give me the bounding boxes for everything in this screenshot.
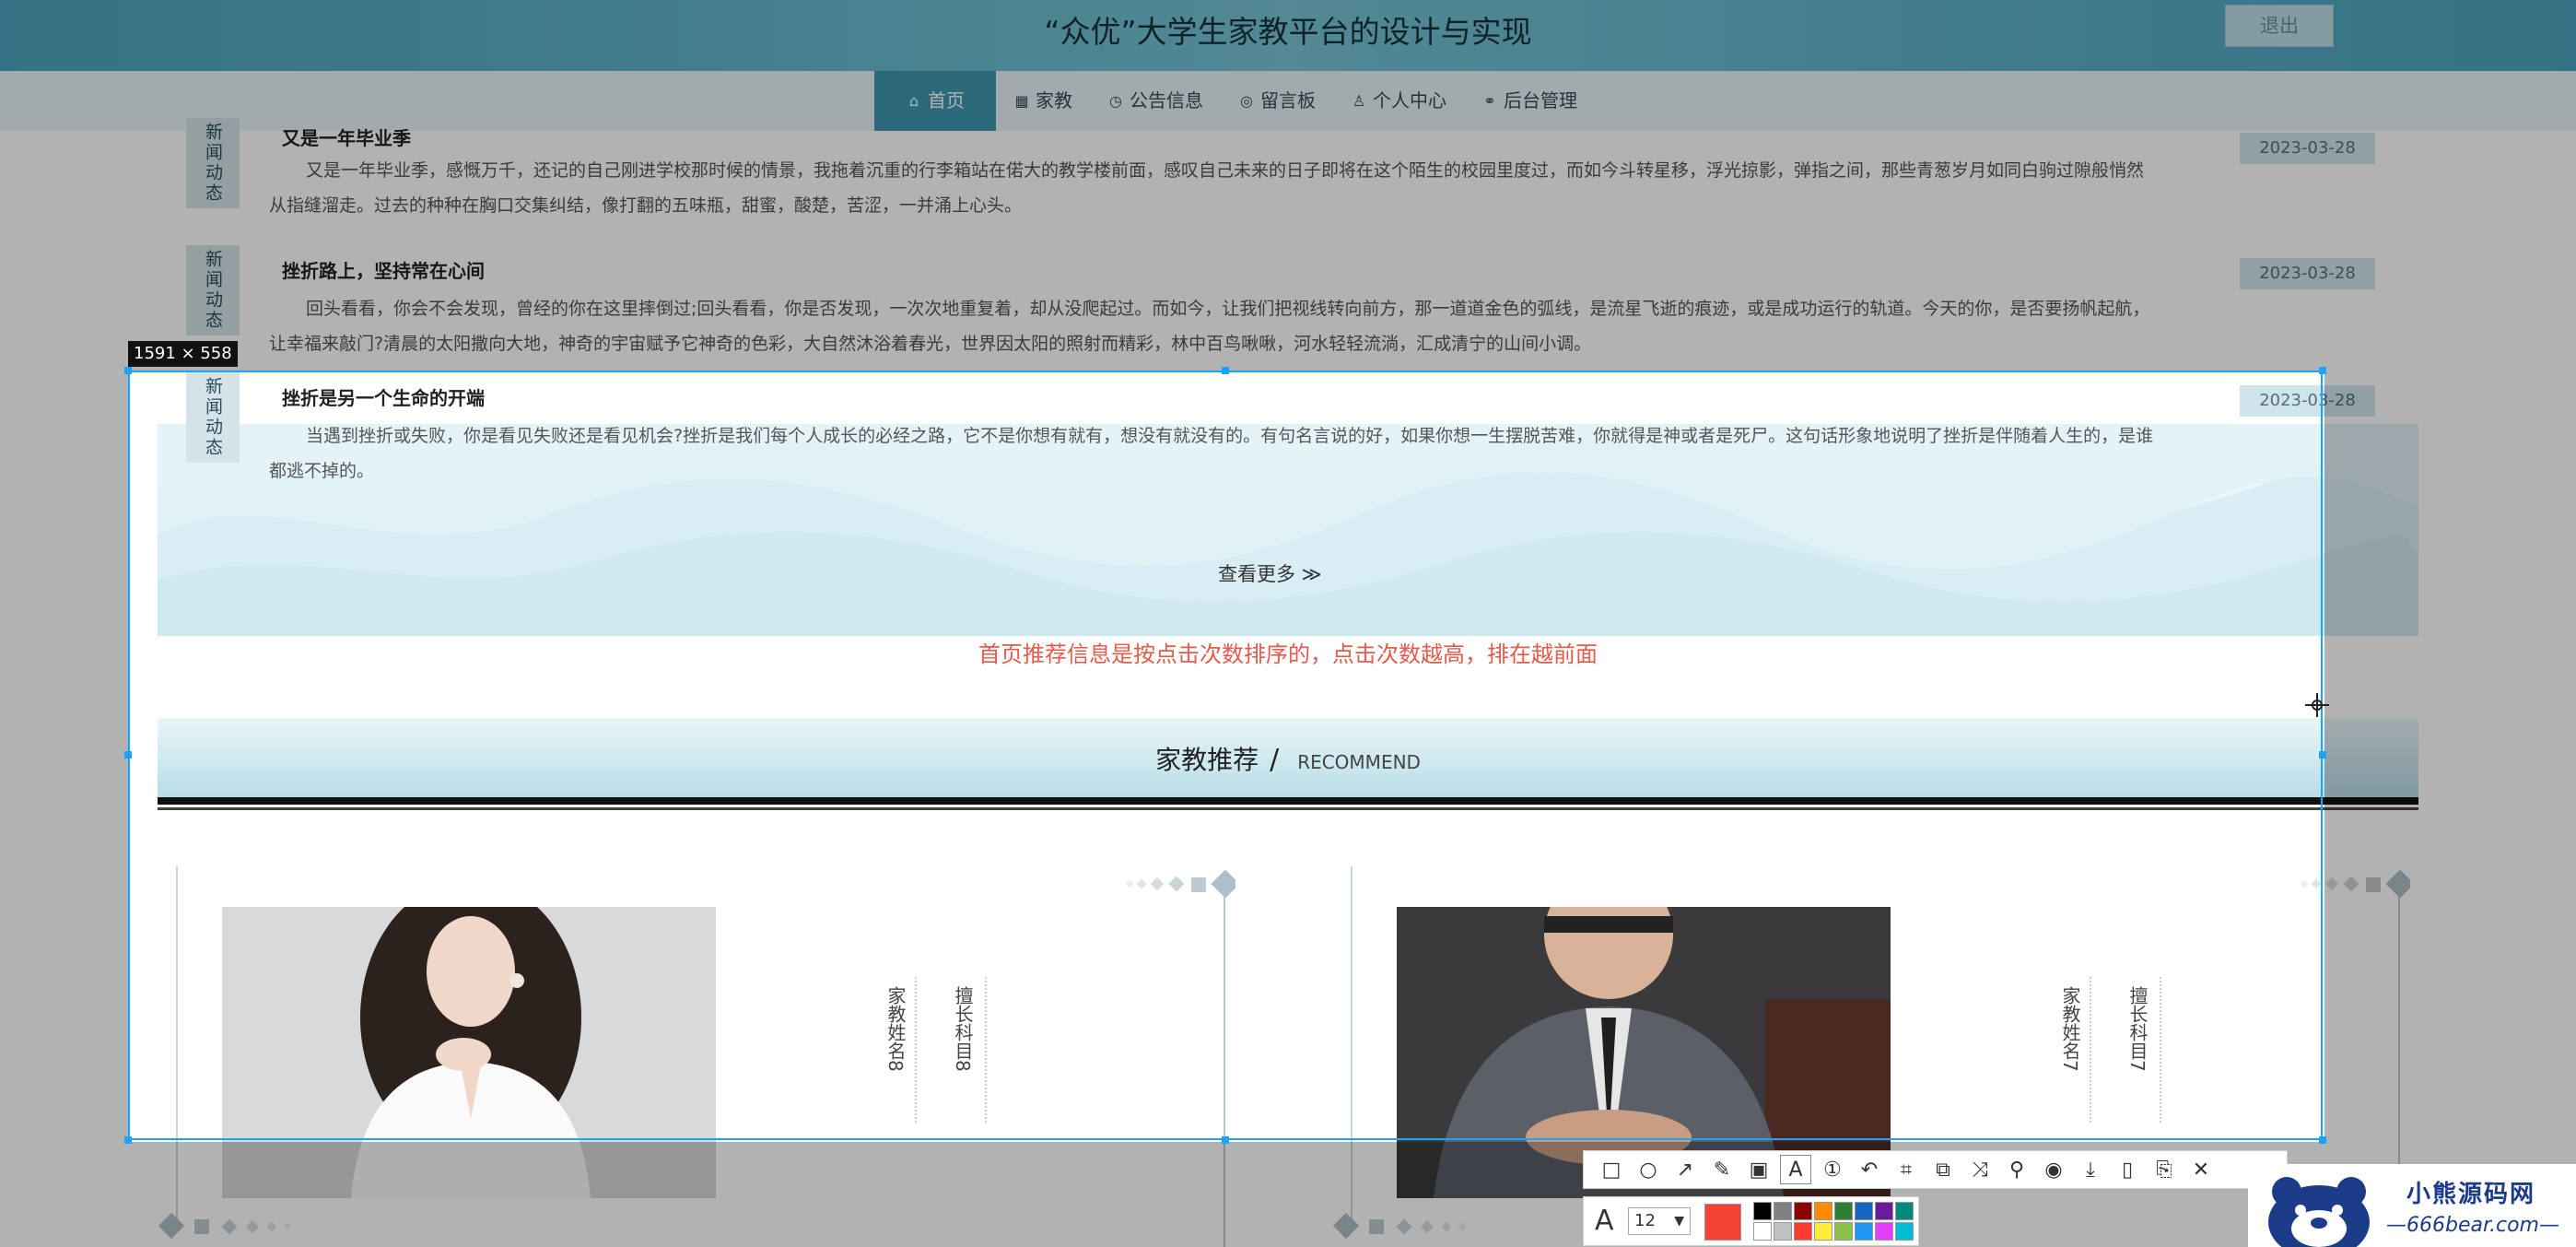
color-swatch[interactable]	[1753, 1202, 1772, 1220]
bookmark-icon[interactable]: ⎘	[2146, 1153, 2183, 1186]
color-swatch[interactable]	[1794, 1222, 1812, 1241]
color-swatch[interactable]	[1834, 1202, 1853, 1220]
chevron-down-icon: ▼	[1674, 1214, 1684, 1229]
color-swatch[interactable]	[1814, 1222, 1832, 1241]
color-swatch[interactable]	[1814, 1202, 1832, 1220]
selection-size-label: 1591 × 558	[128, 341, 238, 367]
current-color-swatch[interactable]	[1704, 1204, 1741, 1241]
color-swatch[interactable]	[1794, 1202, 1812, 1220]
font-icon: A	[1595, 1205, 1614, 1237]
font-size-select[interactable]: 12 ▼	[1628, 1207, 1691, 1235]
color-swatch[interactable]	[1855, 1222, 1873, 1241]
resize-handle[interactable]	[2319, 751, 2326, 759]
ocr-icon[interactable]: ⌗	[1888, 1153, 1925, 1186]
undo-icon[interactable]: ↶	[1851, 1153, 1888, 1186]
arrow-icon[interactable]: ↗	[1667, 1153, 1704, 1186]
color-swatch[interactable]	[1875, 1222, 1893, 1241]
color-swatch[interactable]	[1895, 1222, 1914, 1241]
pin-icon[interactable]: ⚲	[1998, 1153, 2035, 1186]
color-swatch[interactable]	[1834, 1222, 1853, 1241]
capture-toolbar: □ ○ ↗ ✎ ▣ A ① ↶ ⌗ ⧉ ⤨ ⚲ ◉ ⤓ ▯ ⎘ ✕	[1583, 1150, 2288, 1189]
resize-handle[interactable]	[2319, 1136, 2326, 1144]
ellipse-icon[interactable]: ○	[1630, 1153, 1667, 1186]
color-swatch[interactable]	[1855, 1202, 1873, 1220]
scroll-icon[interactable]: ⤨	[1961, 1153, 1998, 1186]
watermark-title: 小熊源码网	[2406, 1181, 2536, 1208]
font-size-value: 12	[1634, 1211, 1656, 1230]
color-palette	[1753, 1202, 1914, 1241]
dim-overlay	[2324, 371, 2576, 1142]
text-icon[interactable]: A	[1780, 1155, 1811, 1184]
close-icon[interactable]: ✕	[2183, 1153, 2219, 1186]
mosaic-icon[interactable]: ▣	[1740, 1153, 1777, 1186]
resize-handle[interactable]	[1222, 367, 1229, 374]
resize-handle[interactable]	[2319, 367, 2326, 374]
text-style-panel: A 12 ▼	[1583, 1196, 1919, 1246]
bear-logo-icon	[2268, 1177, 2370, 1247]
record-icon[interactable]: ◉	[2035, 1153, 2072, 1186]
resize-handle[interactable]	[124, 367, 132, 374]
color-swatch[interactable]	[1753, 1222, 1772, 1241]
color-swatch[interactable]	[1875, 1202, 1893, 1220]
watermark-url: —666bear.com—	[2386, 1214, 2559, 1237]
pen-icon[interactable]: ✎	[1704, 1153, 1740, 1186]
capture-selection[interactable]	[128, 371, 2323, 1140]
color-swatch[interactable]	[1774, 1222, 1792, 1241]
number-icon[interactable]: ①	[1814, 1153, 1851, 1186]
color-swatch[interactable]	[1895, 1202, 1914, 1220]
save-icon[interactable]: ⤓	[2072, 1153, 2109, 1186]
rectangle-icon[interactable]: □	[1593, 1153, 1630, 1186]
crosshair-icon	[2305, 693, 2329, 717]
resize-handle[interactable]	[1222, 1136, 1229, 1144]
phone-icon[interactable]: ▯	[2109, 1153, 2146, 1186]
watermark: 小熊源码网 —666bear.com—	[2248, 1164, 2576, 1247]
dim-overlay	[0, 0, 2576, 371]
resize-handle[interactable]	[124, 1136, 132, 1144]
translate-icon[interactable]: ⧉	[1925, 1153, 1961, 1186]
resize-handle[interactable]	[124, 751, 132, 759]
color-swatch[interactable]	[1774, 1202, 1792, 1220]
dim-overlay	[0, 371, 128, 1142]
